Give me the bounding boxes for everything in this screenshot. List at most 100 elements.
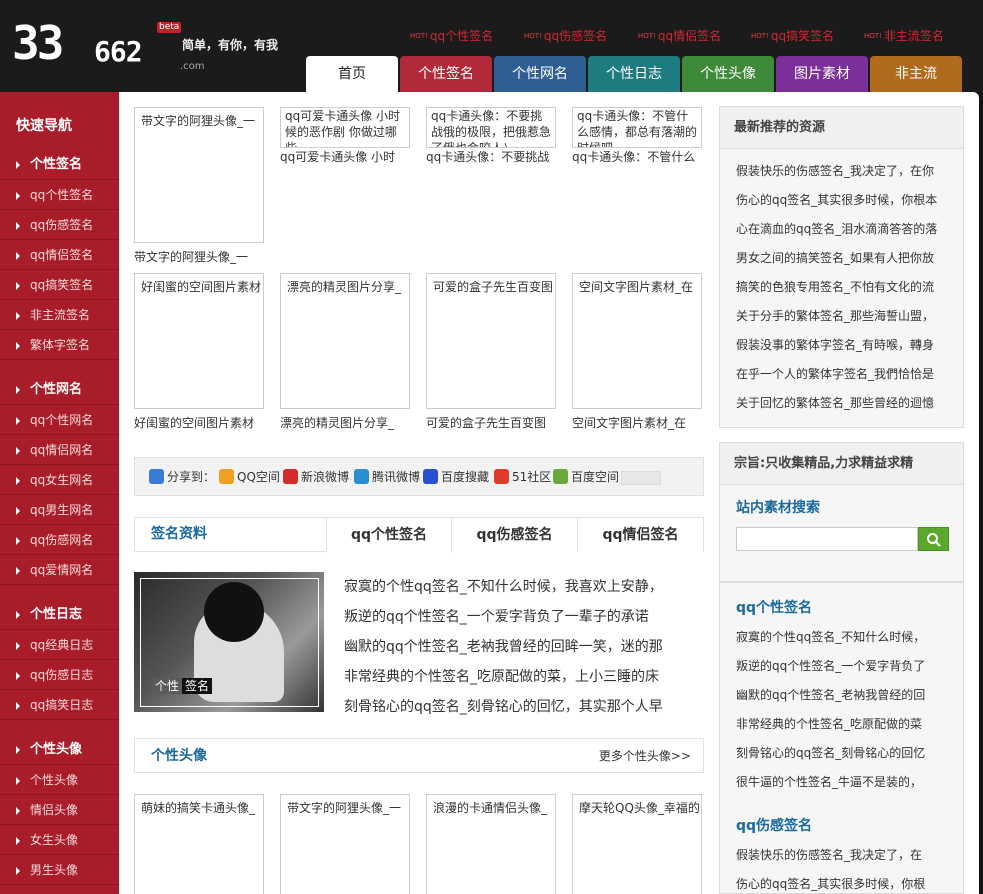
nav-tab-home[interactable]: 首页 bbox=[306, 56, 398, 92]
avatar-thumbnail[interactable]: 带文字的阿狸头像_一 bbox=[280, 794, 410, 894]
sidebar-item[interactable]: qq情侣签名 bbox=[0, 240, 119, 270]
arrow-right-icon bbox=[16, 281, 20, 290]
sidebar-item[interactable]: qq伤感网名 bbox=[0, 525, 119, 555]
sidebar-item[interactable]: 男生头像 bbox=[0, 855, 119, 885]
right-list-item[interactable]: 伤心的qq签名_其实很多时候，你根 bbox=[720, 870, 963, 894]
right-list-item[interactable]: 关于回忆的繁体签名_那些曾经的迴憶 bbox=[720, 389, 963, 418]
sidebar-item[interactable]: qq搞笑日志 bbox=[0, 690, 119, 720]
hot-badge: HOT! bbox=[638, 32, 656, 40]
sidebar-section-heading[interactable]: 个性日志 bbox=[0, 600, 119, 630]
sidebar-item[interactable]: 个性头像 bbox=[0, 765, 119, 795]
text-thumbnail[interactable]: qq可爱卡通头像 小时候的恶作剧 你做过哪些qq可爱卡通头像 小时 bbox=[280, 107, 410, 165]
nav-tab-nicknames[interactable]: 个性网名 bbox=[494, 56, 586, 92]
signature-list-item[interactable]: 刻骨铭心的qq签名_刻骨铭心的回忆，其实那个人早 bbox=[344, 692, 674, 722]
signature-list-item[interactable]: 叛逆的qq个性签名_一个爱字背负了一辈子的承诺 bbox=[344, 602, 674, 632]
thumbnail-image[interactable]: 好闺蜜的空间图片素材 bbox=[134, 273, 264, 409]
thumbnail-image[interactable]: 可爱的盒子先生百变图 bbox=[426, 273, 556, 409]
signature-list-item[interactable]: 非常经典的个性签名_吃原配做的菜，上小三睡的床 bbox=[344, 662, 674, 692]
logo-number: 33 bbox=[12, 16, 64, 70]
share-tencent-weibo[interactable]: 腾讯微博 bbox=[354, 469, 420, 485]
sidebar-item-label: 个性网名 bbox=[30, 382, 83, 397]
site-search-button[interactable] bbox=[918, 527, 949, 551]
sidebar-item[interactable]: qq经典日志 bbox=[0, 630, 119, 660]
sidebar-item[interactable]: qq搞笑签名 bbox=[0, 270, 119, 300]
right-list-item[interactable]: 搞笑的色狼专用签名_不怕有文化的流 bbox=[720, 273, 963, 302]
hot-link-funny-sig[interactable]: HOT! qq搞笑签名 bbox=[751, 28, 834, 44]
sidebar-section-heading[interactable]: 个性头像 bbox=[0, 735, 119, 765]
tab-qq-couple-sig[interactable]: qq情侣签名 bbox=[577, 517, 704, 552]
nav-tab-nonmainstream[interactable]: 非主流 bbox=[870, 56, 962, 92]
sidebar-item[interactable]: qq爱情网名 bbox=[0, 555, 119, 585]
sidebar-item[interactable]: qq个性签名 bbox=[0, 180, 119, 210]
right-list-item[interactable]: 伤心的qq签名_其实很多时候，你根本 bbox=[720, 186, 963, 215]
tab-qq-sad-sig[interactable]: qq伤感签名 bbox=[451, 517, 578, 552]
sidebar-section-heading[interactable]: 个性签名 bbox=[0, 150, 119, 180]
nav-tab-images[interactable]: 图片素材 bbox=[776, 56, 868, 92]
thumbnail-image[interactable]: 带文字的阿狸头像_一 bbox=[134, 107, 264, 243]
more-avatars-link[interactable]: 更多个性头像>> bbox=[599, 739, 691, 773]
beta-badge: beta bbox=[157, 22, 182, 33]
nav-tab-avatars[interactable]: 个性头像 bbox=[682, 56, 774, 92]
sidebar-item[interactable]: 情侣头像 bbox=[0, 795, 119, 825]
text-thumbnail[interactable]: qq卡通头像：不要挑战俄的极限，把俄惹急了俄也会咬人乀qq卡通头像：不要挑战 bbox=[426, 107, 556, 165]
avatar-thumbnail[interactable]: 摩天轮QQ头像_幸福的 bbox=[572, 794, 702, 894]
right-list-item[interactable]: 幽默的qq个性签名_老衲我曾经的回 bbox=[720, 681, 963, 710]
thumbnail-caption[interactable]: 带文字的阿狸头像_一 bbox=[134, 249, 266, 265]
share-baidu-space[interactable]: 百度空间 bbox=[553, 469, 619, 485]
sidebar-section-heading[interactable]: 个性网名 bbox=[0, 375, 119, 405]
sidebar-item[interactable]: 非主流签名 bbox=[0, 300, 119, 330]
site-search-input[interactable] bbox=[736, 527, 918, 551]
avatar-thumbnail[interactable]: 萌妹的搞笑卡通头像_ bbox=[134, 794, 264, 894]
share-more-button[interactable] bbox=[621, 471, 661, 485]
sidebar-item[interactable]: 繁体字签名 bbox=[0, 330, 119, 360]
signature-list-item[interactable]: 寂寞的个性qq签名_不知什么时候，我喜欢上安静， bbox=[344, 572, 674, 602]
hot-link-nonmainstream-sig[interactable]: HOT! 非主流签名 bbox=[864, 28, 944, 44]
text-thumbnail-caption: qq卡通头像：不管什么 bbox=[572, 147, 702, 165]
qq-sig-title[interactable]: qq个性签名 bbox=[720, 593, 963, 623]
thumbnail-caption[interactable]: 空间文字图片素材_在 bbox=[572, 415, 704, 431]
signature-list-item[interactable]: 幽默的qq个性签名_老衲我曾经的回眸一笑，迷的那 bbox=[344, 632, 674, 662]
nav-tab-logs[interactable]: 个性日志 bbox=[588, 56, 680, 92]
right-list-item[interactable]: 刻骨铭心的qq签名_刻骨铭心的回忆 bbox=[720, 739, 963, 768]
thumbnail-caption[interactable]: 漂亮的精灵图片分享_ bbox=[280, 415, 412, 431]
text-thumbnail[interactable]: qq卡通头像：不管什么感情，都总有落潮的时候吧。qq卡通头像：不管什么 bbox=[572, 107, 702, 165]
right-list-item[interactable]: 假装快乐的伤感签名_我决定了，在你 bbox=[720, 157, 963, 186]
sidebar-item[interactable]: qq伤感日志 bbox=[0, 660, 119, 690]
right-list-item[interactable]: 很牛逼的个性签名_牛逼不是装的， bbox=[720, 768, 963, 797]
arrow-right-icon bbox=[16, 866, 20, 875]
sidebar-item[interactable]: qq男生网名 bbox=[0, 495, 119, 525]
sidebar-item[interactable]: 女生头像 bbox=[0, 825, 119, 855]
signature-feature-photo[interactable]: 个性 签名 bbox=[134, 572, 324, 712]
avatar-thumbnail[interactable]: 浪漫的卡通情侣头像_ bbox=[426, 794, 556, 894]
share-baidu-soucang[interactable]: 百度搜藏 bbox=[423, 469, 489, 485]
hot-link-sad-sig[interactable]: HOT! qq伤感签名 bbox=[524, 28, 607, 44]
sidebar-item[interactable]: qq伤感签名 bbox=[0, 210, 119, 240]
right-list-item[interactable]: 男女之间的搞笑签名_如果有人把你放 bbox=[720, 244, 963, 273]
sidebar-item[interactable]: qq女生网名 bbox=[0, 465, 119, 495]
thumbnail-caption[interactable]: 可爱的盒子先生百变图 bbox=[426, 415, 558, 431]
right-list-item[interactable]: 叛逆的qq个性签名_一个爱字背负了 bbox=[720, 652, 963, 681]
sidebar-item[interactable]: qq情侣网名 bbox=[0, 435, 119, 465]
right-list-item[interactable]: 关于分手的繁体签名_那些海誓山盟， bbox=[720, 302, 963, 331]
hot-link-qq-sig[interactable]: HOT! qq个性签名 bbox=[410, 28, 493, 44]
nav-tab-signatures[interactable]: 个性签名 bbox=[400, 56, 492, 92]
sad-sig-title[interactable]: qq伤感签名 bbox=[720, 811, 963, 841]
right-list-item[interactable]: 心在滴血的qq签名_泪水滴滴答答的落 bbox=[720, 215, 963, 244]
right-list-item[interactable]: 寂寞的个性qq签名_不知什么时候， bbox=[720, 623, 963, 652]
sidebar-item[interactable]: qq个性网名 bbox=[0, 405, 119, 435]
hot-link-couple-sig[interactable]: HOT! qq情侣签名 bbox=[638, 28, 721, 44]
right-list-item[interactable]: 假装没事的繁体字签名_有時喉，轉身 bbox=[720, 331, 963, 360]
share-item-label: 百度搜藏 bbox=[441, 470, 490, 484]
right-list-item[interactable]: 在乎一个人的繁体字签名_我們恰恰是 bbox=[720, 360, 963, 389]
hot-link-label: 非主流签名 bbox=[883, 29, 944, 43]
share-51-community[interactable]: 51社区 bbox=[494, 469, 551, 485]
share-sina-weibo[interactable]: 新浪微博 bbox=[283, 469, 349, 485]
right-list-item[interactable]: 非常经典的个性签名_吃原配做的菜 bbox=[720, 710, 963, 739]
tab-qq-personal-sig[interactable]: qq个性签名 bbox=[326, 517, 452, 553]
share-qzone[interactable]: QQ空间 bbox=[219, 469, 280, 485]
thumbnail-image[interactable]: 空间文字图片素材_在 bbox=[572, 273, 702, 409]
arrow-right-icon bbox=[16, 836, 20, 845]
right-list-item[interactable]: 假装快乐的伤感签名_我决定了，在 bbox=[720, 841, 963, 870]
thumbnail-image[interactable]: 漂亮的精灵图片分享_ bbox=[280, 273, 410, 409]
thumbnail-caption[interactable]: 好闺蜜的空间图片素材 bbox=[134, 415, 266, 431]
